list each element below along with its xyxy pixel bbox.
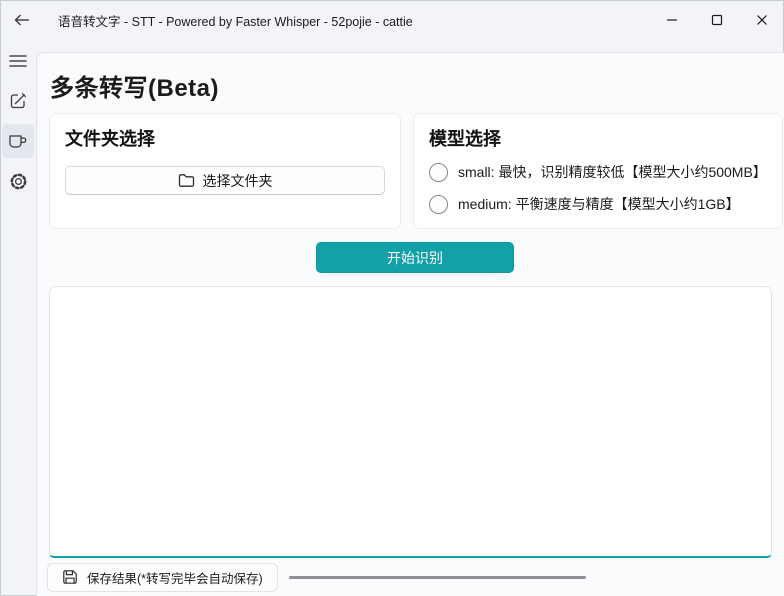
folder-icon	[178, 173, 195, 188]
sidebar-item-settings[interactable]	[2, 164, 34, 198]
edit-compose-icon	[9, 92, 27, 110]
progress-bar	[288, 575, 586, 579]
maximize-button[interactable]	[694, 0, 739, 40]
model-option-medium[interactable]: medium: 平衡速度与精度【模型大小约1GB】	[429, 193, 767, 215]
model-option-small[interactable]: small: 最快，识别精度较低【模型大小约500MB】	[429, 161, 767, 183]
start-recognition-button[interactable]: 开始识别	[316, 242, 514, 273]
back-button[interactable]	[6, 6, 38, 34]
radio-button-small[interactable]	[429, 162, 448, 182]
page-title: 多条转写(Beta)	[50, 75, 220, 102]
sidebar-item-compose[interactable]	[2, 84, 34, 118]
hamburger-menu-icon	[9, 54, 27, 68]
gear-icon	[9, 172, 28, 191]
choose-folder-button[interactable]: 选择文件夹	[65, 166, 385, 195]
save-results-button[interactable]: 保存结果(*转写完毕会自动保存)	[47, 562, 278, 592]
bottom-bar: 保存结果(*转写完毕会自动保存)	[47, 562, 775, 592]
radio-button-medium[interactable]	[429, 194, 448, 214]
back-arrow-icon	[13, 13, 31, 27]
sidebar-item-menu[interactable]	[2, 44, 34, 78]
titlebar: 语音转文字 - STT - Powered by Faster Whisper …	[0, 0, 784, 40]
close-icon	[756, 14, 768, 26]
folder-select-card: 文件夹选择 选择文件夹	[49, 113, 401, 229]
choose-folder-label: 选择文件夹	[202, 172, 273, 189]
coffee-cup-icon	[8, 133, 28, 150]
minimize-button[interactable]	[649, 0, 694, 40]
main-panel: 多条转写(Beta) 文件夹选择 选择文件夹 模型选择 small: 最快，识别…	[36, 52, 784, 596]
save-results-label: 保存结果(*转写完毕会自动保存)	[87, 571, 263, 586]
minimize-icon	[666, 14, 678, 26]
model-select-card: 模型选择 small: 最快，识别精度较低【模型大小约500MB】 medium…	[413, 113, 783, 229]
window-title: 语音转文字 - STT - Powered by Faster Whisper …	[58, 14, 413, 29]
sidebar	[0, 40, 36, 596]
maximize-icon	[711, 14, 723, 26]
sidebar-item-transcribe[interactable]	[2, 124, 34, 158]
window-controls	[649, 0, 784, 40]
app-window: 语音转文字 - STT - Powered by Faster Whisper …	[0, 0, 784, 596]
floppy-save-icon	[62, 569, 78, 585]
settings-cards: 文件夹选择 选择文件夹 模型选择 small: 最快，识别精度较低【模型大小约5…	[49, 113, 783, 229]
transcription-output-textarea[interactable]	[49, 286, 772, 558]
model-option-medium-label: medium: 平衡速度与精度【模型大小约1GB】	[458, 196, 740, 212]
model-option-small-label: small: 最快，识别精度较低【模型大小约500MB】	[458, 164, 767, 180]
folder-section-title: 文件夹选择	[65, 129, 155, 149]
model-section-title: 模型选择	[429, 129, 501, 149]
close-button[interactable]	[739, 0, 784, 40]
